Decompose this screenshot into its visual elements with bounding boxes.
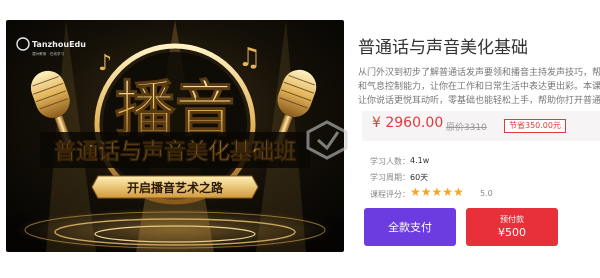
music-note-icon: ♪ xyxy=(98,51,112,76)
full-payment-button[interactable]: 全款支付 xyxy=(364,208,456,246)
price-bar: ¥ 2960.00 原价3310 节省350.00元 xyxy=(362,111,600,141)
study-period-label: 学习周期： xyxy=(370,173,410,182)
deposit-button-label: 预付款 xyxy=(500,215,524,224)
current-price: ¥ 2960.00 xyxy=(372,115,444,131)
students-value: 4.1w xyxy=(410,156,430,165)
rating-label: 课程评分： xyxy=(370,190,410,199)
deposit-payment-button[interactable]: 预付款 ¥500 xyxy=(466,208,558,246)
banner-ribbon-text: 开启播音艺术之路 xyxy=(127,180,224,195)
deposit-button-amount: ¥500 xyxy=(498,226,526,239)
rating-stars-icon: ★★★★★ xyxy=(410,185,464,199)
original-price: 原价3310 xyxy=(446,123,487,133)
course-banner-image[interactable]: ♪ ♫ TanzhouEdu 潭州教育 · 在线学习 播音 普通话与声音美化基础… xyxy=(6,20,344,252)
study-period-value: 60天 xyxy=(410,173,429,182)
brand-subtitle: 潭州教育 · 在线学习 xyxy=(32,51,65,56)
banner-subheading: 普通话与声音美化基础班 xyxy=(54,139,296,165)
course-description: 从门外汉到初步了解普通话发声要领和播音主持发声技巧，帮助提高普通 和气息控制能力… xyxy=(358,66,600,108)
course-title: 普通话与声音美化基础 xyxy=(358,38,528,58)
course-description-line: 和气息控制能力，让你在工作和日常生活中表达更出彩。本课程聚焦普通话与 xyxy=(358,82,600,92)
rating-value: 5.0 xyxy=(480,189,493,198)
course-description-line: 从门外汉到初步了解普通话发声要领和播音主持发声技巧，帮助提高普通 xyxy=(358,68,600,78)
students-label: 学习人数： xyxy=(370,157,410,166)
course-description-line: 让你说话更悦耳动听，零基础也能轻松上手，帮助你打开普通话和科学发声的大门。 xyxy=(358,96,600,106)
music-note-icon: ♫ xyxy=(238,43,261,73)
saving-badge: 节省350.00元 xyxy=(504,119,566,133)
brand-name: TanzhouEdu xyxy=(32,40,86,49)
